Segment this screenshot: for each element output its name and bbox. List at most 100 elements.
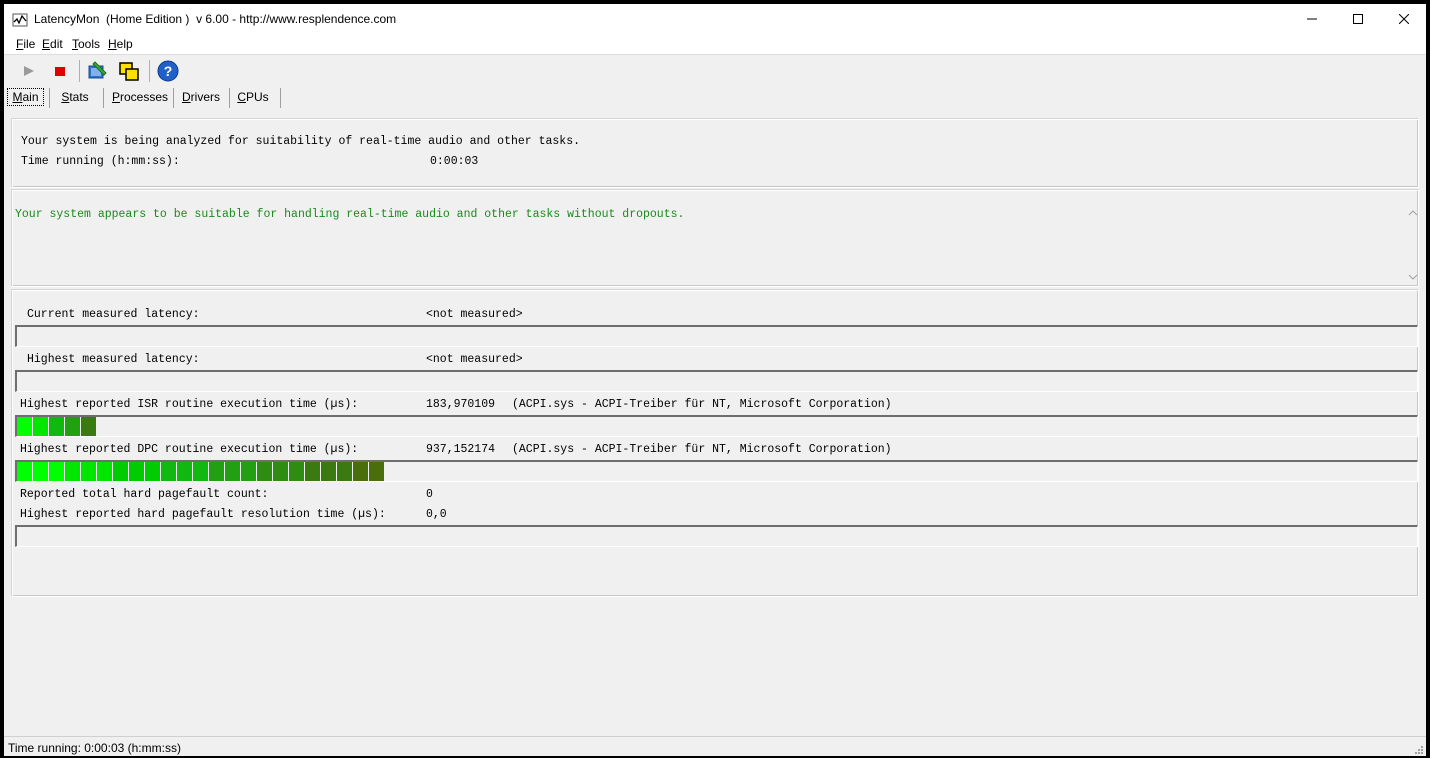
close-icon bbox=[1399, 14, 1409, 24]
time-running-value: 0:00:03 bbox=[430, 155, 479, 168]
bar-segment bbox=[81, 462, 96, 481]
window-title: LatencyMon (Home Edition ) v 6.00 - http… bbox=[34, 12, 397, 26]
tab-separator bbox=[280, 88, 281, 108]
bar-segment bbox=[145, 462, 160, 481]
help-button[interactable]: ? bbox=[157, 60, 179, 82]
status-bar-text: Time running: 0:00:03 (h:mm:ss) bbox=[8, 741, 181, 755]
title-bar: LatencyMon (Home Edition ) v 6.00 - http… bbox=[4, 4, 1426, 34]
metrics-panel: Current measured latency: <not measured>… bbox=[11, 289, 1419, 597]
windows-icon bbox=[119, 62, 139, 81]
pagefault-bar bbox=[15, 525, 1418, 547]
bar-segment bbox=[129, 462, 144, 481]
conclusion-text: Your system appears to be suitable for h… bbox=[15, 208, 685, 221]
tab-separator bbox=[173, 88, 174, 108]
bar-segment bbox=[33, 462, 48, 481]
close-button[interactable] bbox=[1381, 4, 1426, 34]
dpc-label: Highest reported DPC routine execution t… bbox=[20, 443, 359, 456]
svg-text:?: ? bbox=[164, 63, 173, 79]
bar-segment bbox=[113, 462, 128, 481]
stop-button[interactable] bbox=[49, 60, 71, 82]
current-latency-label: Current measured latency: bbox=[27, 308, 200, 321]
bar-segment bbox=[193, 462, 208, 481]
minimize-icon bbox=[1307, 18, 1317, 20]
isr-driver: (ACPI.sys - ACPI-Treiber für NT, Microso… bbox=[512, 398, 892, 411]
current-latency-bar bbox=[15, 325, 1418, 347]
bar-segment bbox=[369, 462, 384, 481]
dpc-bar-fill bbox=[17, 462, 385, 481]
bar-segment bbox=[49, 462, 64, 481]
help-icon: ? bbox=[157, 60, 179, 82]
bar-segment bbox=[97, 462, 112, 481]
tab-separator bbox=[229, 88, 230, 108]
highest-latency-value: <not measured> bbox=[426, 353, 523, 366]
scroll-down-icon[interactable] bbox=[1408, 272, 1418, 282]
toolbar-separator bbox=[149, 60, 150, 82]
menu-bar: File Edit Tools Help bbox=[4, 34, 1426, 55]
tab-separator bbox=[49, 88, 50, 108]
highest-latency-bar bbox=[15, 370, 1418, 392]
bar-segment bbox=[81, 417, 96, 436]
tab-strip: Main Stats Processes Drivers CPUs bbox=[4, 86, 1426, 108]
isr-bar-fill bbox=[17, 417, 97, 436]
report-button[interactable] bbox=[86, 60, 108, 82]
current-latency-value: <not measured> bbox=[426, 308, 523, 321]
maximize-button[interactable] bbox=[1335, 4, 1381, 34]
bar-segment bbox=[65, 462, 80, 481]
bar-segment bbox=[17, 462, 32, 481]
app-icon bbox=[12, 13, 28, 27]
scroll-up-icon[interactable] bbox=[1408, 208, 1418, 218]
bar-segment bbox=[33, 417, 48, 436]
analysis-panel: Your system is being analyzed for suitab… bbox=[11, 118, 1419, 188]
tab-cpus[interactable]: CPUs bbox=[234, 88, 272, 106]
bar-segment bbox=[241, 462, 256, 481]
tab-drivers[interactable]: Drivers bbox=[178, 88, 224, 106]
report-icon bbox=[88, 61, 107, 79]
bar-segment bbox=[177, 462, 192, 481]
bar-segment bbox=[161, 462, 176, 481]
pagefault-count-label: Reported total hard pagefault count: bbox=[20, 488, 269, 501]
bar-segment bbox=[273, 462, 288, 481]
analysis-text: Your system is being analyzed for suitab… bbox=[21, 135, 580, 148]
isr-value: 183,970109 bbox=[426, 398, 496, 411]
tab-separator bbox=[103, 88, 104, 108]
bar-segment bbox=[17, 417, 32, 436]
tab-processes[interactable]: Processes bbox=[108, 88, 172, 106]
dpc-bar bbox=[15, 460, 1418, 482]
play-icon bbox=[24, 66, 34, 76]
pagefault-count-value: 0 bbox=[426, 488, 433, 501]
toolbar: ? bbox=[4, 56, 1426, 86]
bar-segment bbox=[305, 462, 320, 481]
dpc-value: 937,152174 bbox=[426, 443, 496, 456]
tab-stats[interactable]: Stats bbox=[56, 88, 94, 106]
stop-icon bbox=[55, 67, 65, 76]
bar-segment bbox=[209, 462, 224, 481]
app-window: LatencyMon (Home Edition ) v 6.00 - http… bbox=[4, 4, 1426, 756]
menu-tools[interactable]: Tools bbox=[72, 37, 100, 51]
bar-segment bbox=[337, 462, 352, 481]
bar-segment bbox=[353, 462, 368, 481]
start-button[interactable] bbox=[18, 60, 40, 82]
bar-segment bbox=[225, 462, 240, 481]
menu-edit[interactable]: Edit bbox=[42, 37, 63, 51]
pagefault-time-label: Highest reported hard pagefault resoluti… bbox=[20, 508, 386, 521]
pagefault-time-value: 0,0 bbox=[426, 508, 447, 521]
tab-main[interactable]: Main bbox=[7, 88, 44, 106]
bar-segment bbox=[257, 462, 272, 481]
bar-segment bbox=[49, 417, 64, 436]
windows-button[interactable] bbox=[118, 60, 140, 82]
isr-bar bbox=[15, 415, 1418, 437]
bar-segment bbox=[65, 417, 80, 436]
resize-grip-icon[interactable] bbox=[1414, 745, 1424, 755]
isr-label: Highest reported ISR routine execution t… bbox=[20, 398, 359, 411]
highest-latency-label: Highest measured latency: bbox=[27, 353, 200, 366]
menu-help[interactable]: Help bbox=[108, 37, 133, 51]
bar-segment bbox=[321, 462, 336, 481]
bar-segment bbox=[289, 462, 304, 481]
minimize-button[interactable] bbox=[1289, 4, 1335, 34]
toolbar-separator bbox=[79, 60, 80, 82]
menu-file[interactable]: File bbox=[16, 37, 35, 51]
conclusion-panel: Your system appears to be suitable for h… bbox=[11, 189, 1419, 287]
status-bar: Time running: 0:00:03 (h:mm:ss) bbox=[4, 736, 1426, 756]
time-running-label: Time running (h:mm:ss): bbox=[21, 155, 180, 168]
maximize-icon bbox=[1353, 14, 1363, 24]
